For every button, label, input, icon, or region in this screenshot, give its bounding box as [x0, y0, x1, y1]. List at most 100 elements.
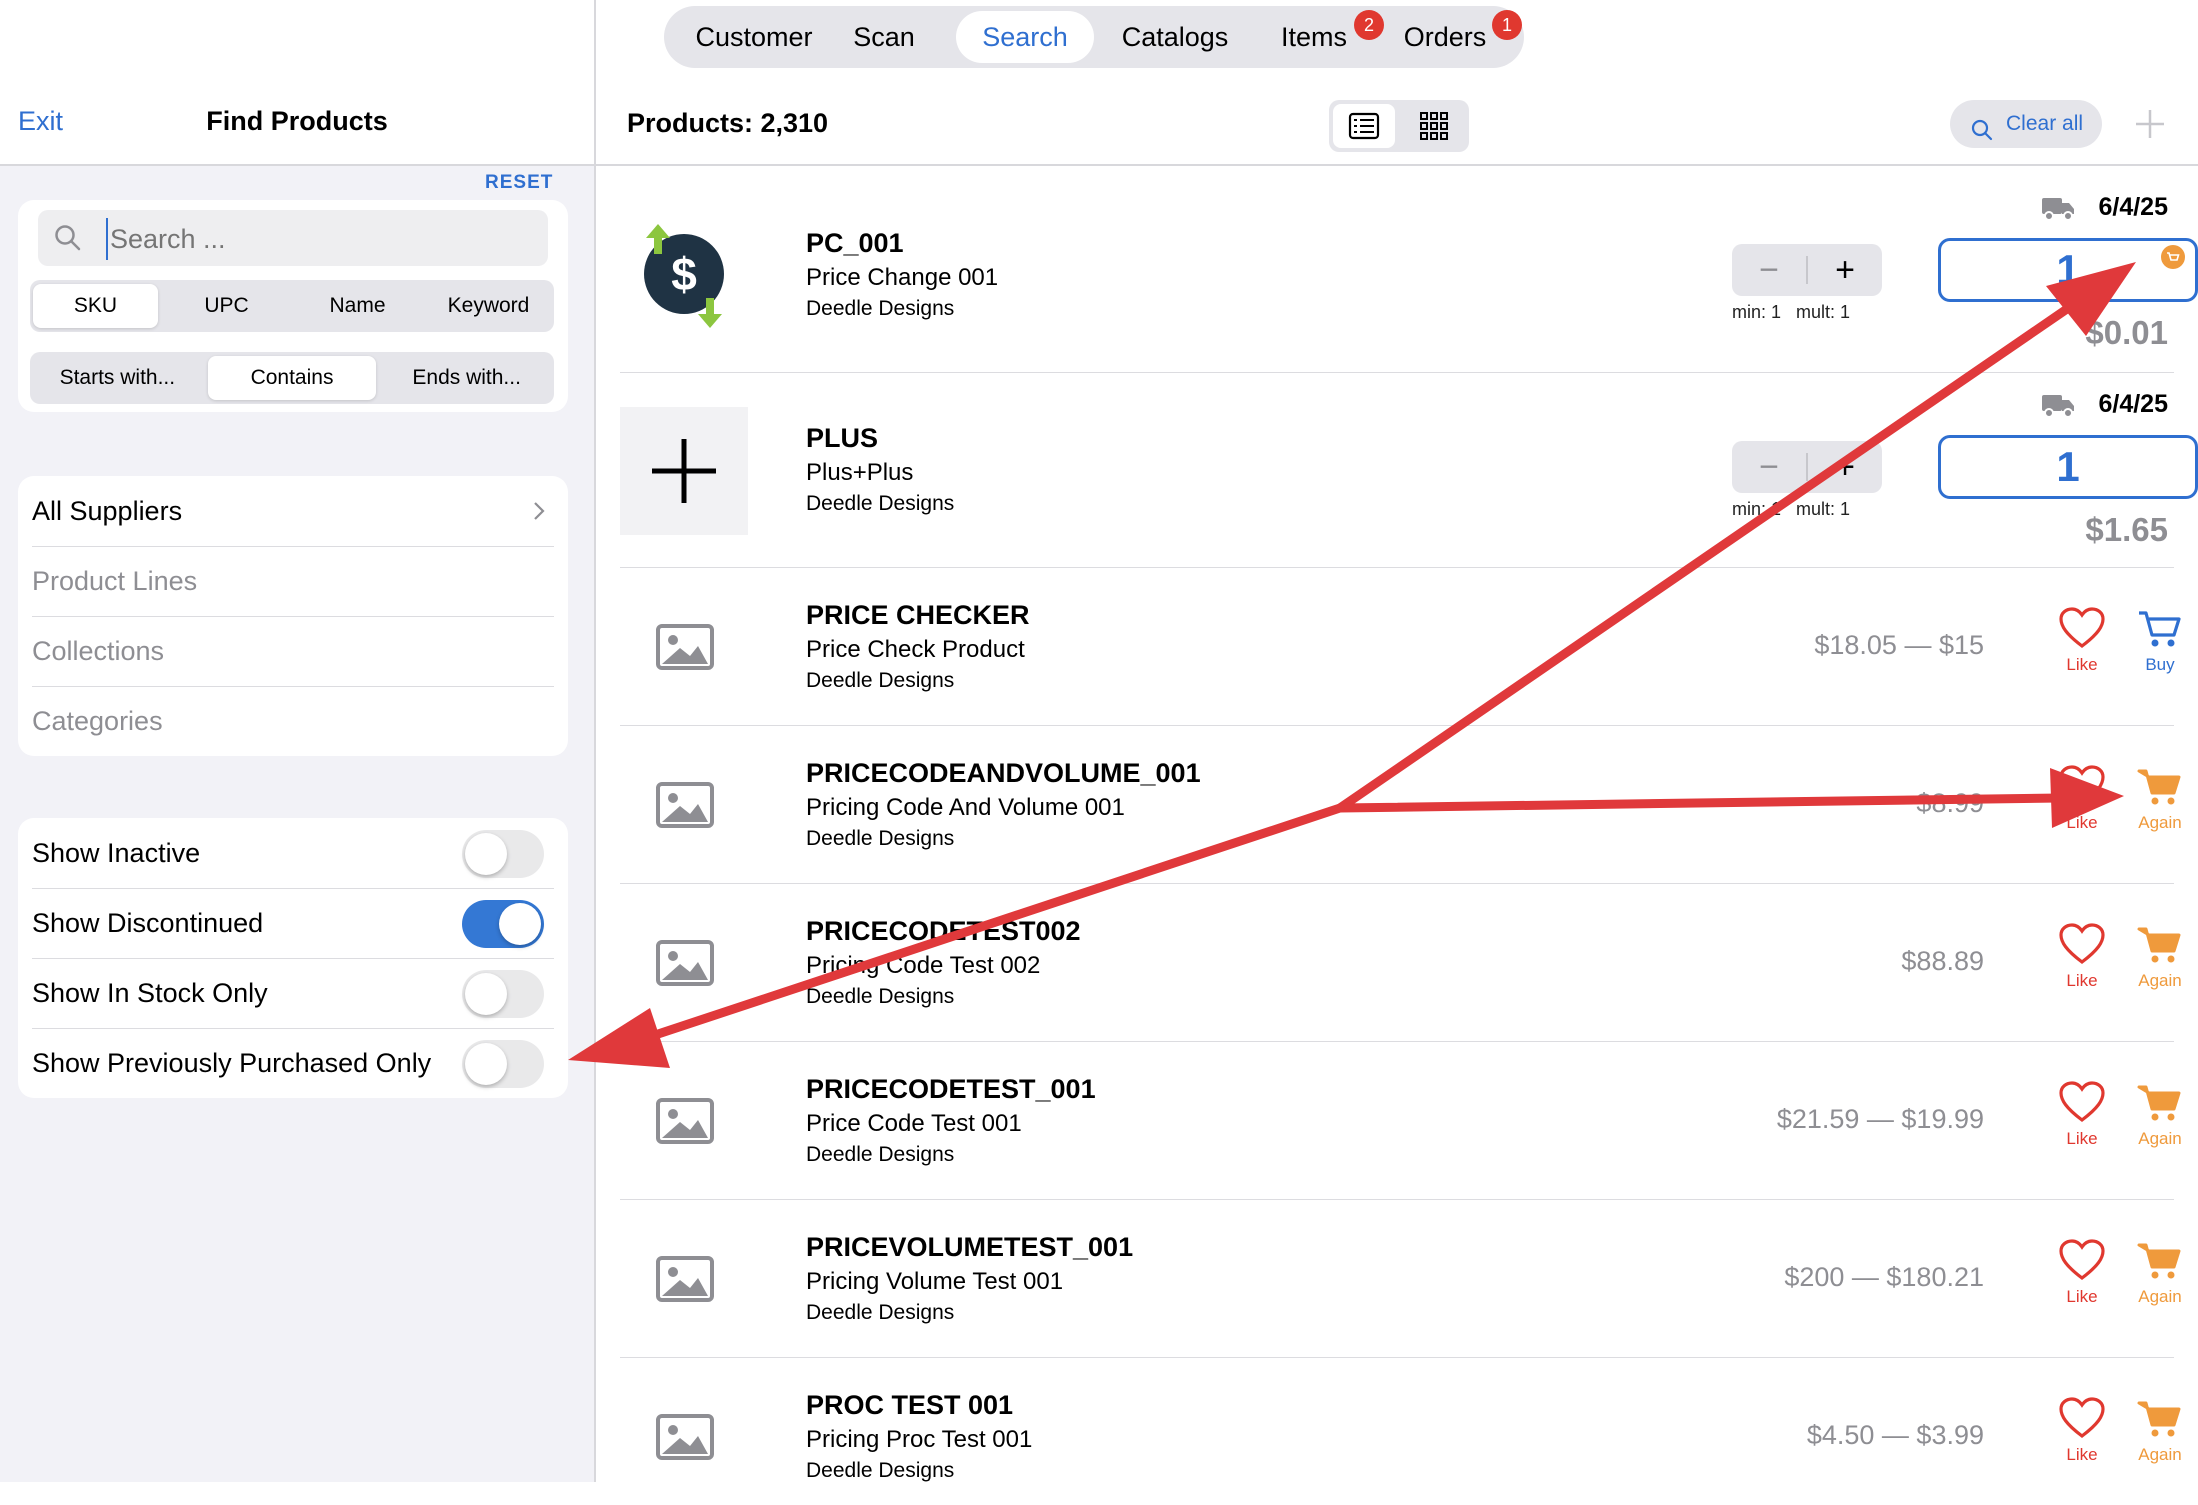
- filter-categories[interactable]: Categories: [32, 686, 554, 756]
- product-sku: PRICEVOLUMETEST_001: [806, 1232, 1134, 1262]
- product-sku: PRICE CHECKER: [806, 600, 1030, 630]
- buy-again-button[interactable]: Again: [2128, 924, 2192, 991]
- min-mult-info: min: 1 mult: 1: [1732, 302, 1892, 323]
- quantity-field[interactable]: 1: [1938, 238, 2198, 302]
- buy-again-button[interactable]: Again: [2128, 766, 2192, 833]
- buy-button[interactable]: Buy: [2128, 608, 2192, 675]
- product-supplier: Deedle Designs: [806, 1143, 955, 1166]
- search-field-selector: SKU UPC Name Keyword: [30, 280, 554, 332]
- filter-collections[interactable]: Collections: [32, 616, 554, 687]
- mult-qty: mult: 1: [1796, 499, 1851, 519]
- product-row[interactable]: $ PC_001 Price Change 001 Deedle Designs…: [620, 176, 2198, 373]
- like-button[interactable]: Like: [2050, 1238, 2114, 1307]
- like-button[interactable]: Like: [2050, 1396, 2114, 1465]
- quantity-field[interactable]: 1: [1938, 435, 2198, 499]
- like-button[interactable]: Like: [2050, 606, 2114, 675]
- show-discontinued-toggle[interactable]: [462, 900, 544, 948]
- heart-icon: [2059, 1397, 2105, 1439]
- like-label: Like: [2066, 1129, 2098, 1148]
- delivery-date: 6/4/25: [2098, 390, 2168, 418]
- product-row[interactable]: PRICE CHECKER Price Check Product Deedle…: [620, 568, 2181, 726]
- cart-icon: [2137, 769, 2181, 805]
- like-label: Like: [2066, 1445, 2098, 1464]
- like-label: Like: [2066, 971, 2098, 990]
- match-starts-with[interactable]: Starts with...: [33, 356, 202, 400]
- buy-again-button[interactable]: Again: [2128, 1240, 2192, 1307]
- again-label: Again: [2138, 971, 2182, 990]
- product-row[interactable]: PRICEVOLUMETEST_001 Pricing Volume Test …: [620, 1200, 2182, 1358]
- svg-text:$: $: [671, 248, 697, 300]
- product-row[interactable]: PRICECODETEST002 Pricing Code Test 002 D…: [620, 884, 2182, 1042]
- like-button[interactable]: Like: [2050, 764, 2114, 833]
- buy-again-button[interactable]: Again: [2128, 1398, 2192, 1465]
- product-name: Pricing Proc Test 001: [806, 1426, 1033, 1453]
- plus-icon: [620, 407, 748, 535]
- buy-again-button[interactable]: Again: [2128, 1082, 2192, 1149]
- match-contains[interactable]: Contains: [207, 356, 377, 400]
- product-row[interactable]: PRICECODETEST_001 Price Code Test 001 De…: [620, 1042, 2182, 1200]
- toggle-label: Show Inactive: [32, 838, 201, 868]
- clear-all-button[interactable]: Clear all: [1950, 100, 2102, 148]
- quantity-stepper: − +: [1732, 244, 1882, 296]
- search-box[interactable]: [38, 210, 548, 266]
- tab-customer[interactable]: Customer: [684, 6, 824, 68]
- buy-label: Buy: [2145, 655, 2175, 674]
- product-row[interactable]: PROC TEST 001 Pricing Proc Test 001 Deed…: [620, 1358, 2182, 1482]
- products-count: Products: 2,310: [627, 108, 829, 138]
- toggle-label: Show In Stock Only: [32, 978, 268, 1008]
- items-badge: 2: [1354, 10, 1384, 40]
- search-input[interactable]: [106, 218, 542, 260]
- image-placeholder-icon: [620, 898, 748, 1026]
- reset-button[interactable]: RESET: [485, 172, 553, 194]
- image-placeholder-icon: [620, 582, 748, 710]
- show-inactive-toggle[interactable]: [462, 830, 544, 878]
- toggles-card: Show Inactive Show Discontinued Show In …: [18, 818, 568, 1098]
- search-card: SKU UPC Name Keyword Starts with... Cont…: [18, 200, 568, 412]
- mult-qty: mult: 1: [1796, 302, 1851, 322]
- list-view-icon[interactable]: [1333, 104, 1395, 148]
- tab-items[interactable]: Items: [1264, 6, 1364, 68]
- decrement-button[interactable]: −: [1732, 244, 1806, 296]
- header-divider: [596, 164, 2198, 166]
- filter-all-suppliers[interactable]: All Suppliers: [32, 476, 554, 547]
- product-supplier: Deedle Designs: [806, 492, 955, 515]
- product-supplier: Deedle Designs: [806, 827, 955, 850]
- tab-scan[interactable]: Scan: [834, 6, 934, 68]
- decrement-button[interactable]: −: [1732, 441, 1806, 493]
- product-row[interactable]: PLUS Plus+Plus Deedle Designs 6/4/25 − +…: [620, 373, 2198, 568]
- show-in-stock-toggle[interactable]: [462, 970, 544, 1018]
- truck-icon: [2040, 194, 2076, 227]
- show-previously-purchased-toggle[interactable]: [462, 1040, 544, 1088]
- search-field-upc[interactable]: UPC: [164, 284, 289, 328]
- min-qty: min: 1: [1732, 302, 1782, 322]
- increment-button[interactable]: +: [1808, 441, 1882, 493]
- grid-view-icon[interactable]: [1403, 104, 1465, 148]
- product-name: Plus+Plus: [806, 459, 914, 486]
- quantity-stepper: − +: [1732, 441, 1882, 493]
- cart-icon: [2139, 611, 2181, 647]
- product-row[interactable]: PRICECODEANDVOLUME_001 Pricing Code And …: [620, 726, 2182, 884]
- like-button[interactable]: Like: [2050, 922, 2114, 991]
- image-placeholder-icon: [620, 740, 748, 868]
- price-change-icon: $: [620, 208, 748, 336]
- product-name: Pricing Code Test 002: [806, 952, 1041, 979]
- like-button[interactable]: Like: [2050, 1080, 2114, 1149]
- match-ends-with[interactable]: Ends with...: [382, 356, 551, 400]
- toggle-row-discontinued: Show Discontinued: [32, 888, 554, 959]
- add-icon[interactable]: [2130, 104, 2170, 149]
- toggle-row-previously-purchased: Show Previously Purchased Only: [32, 1028, 554, 1098]
- filter-product-lines[interactable]: Product Lines: [32, 546, 554, 617]
- search-field-keyword[interactable]: Keyword: [426, 284, 551, 328]
- delivery-date: 6/4/25: [2098, 193, 2168, 221]
- cart-icon: [2137, 1243, 2181, 1279]
- tab-catalogs[interactable]: Catalogs: [1110, 6, 1240, 68]
- tab-search[interactable]: Search: [956, 11, 1094, 63]
- image-placeholder-icon: [620, 1372, 748, 1500]
- like-label: Like: [2066, 1287, 2098, 1306]
- search-field-name[interactable]: Name: [295, 284, 420, 328]
- increment-button[interactable]: +: [1808, 244, 1882, 296]
- search-field-sku[interactable]: SKU: [33, 284, 158, 328]
- tab-orders[interactable]: Orders: [1390, 6, 1500, 68]
- sidebar-header: Exit Find Products: [0, 0, 594, 166]
- price-range: $18.05 — $15: [1814, 630, 1984, 660]
